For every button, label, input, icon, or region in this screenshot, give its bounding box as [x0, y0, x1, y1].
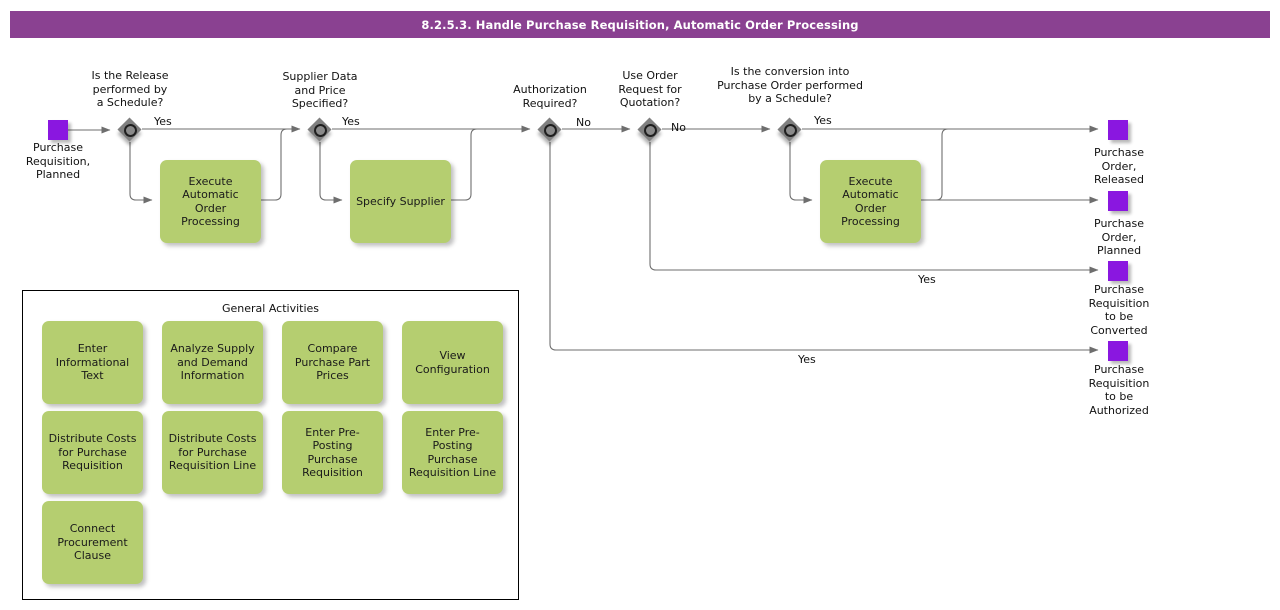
- gateway-use-order-request-quotation[interactable]: [636, 116, 662, 142]
- edge-gw1-to-act1: [129, 142, 153, 204]
- general-activity-connect-procurement-clause[interactable]: Connect Procurement Clause: [42, 501, 143, 584]
- general-activity-distribute-costs-purchase-requisition[interactable]: Distribute Costs for Purchase Requisitio…: [42, 411, 143, 494]
- general-activity-distribute-costs-purchase-requisition-line[interactable]: Distribute Costs for Purchase Requisitio…: [162, 411, 263, 494]
- edge-gw5-to-act3: [789, 142, 813, 204]
- gateway-ring-icon: [123, 123, 137, 137]
- edge-label-gw1-yes: Yes: [154, 115, 172, 128]
- edge-label-gw3-no: No: [576, 116, 591, 129]
- gateway-label-supplier-data-price: Supplier Data and Price Specified?: [282, 70, 358, 110]
- gateway-label-conversion-purchase-order-schedule: Is the conversion into Purchase Order pe…: [717, 65, 863, 105]
- end-event-purchase-order-planned[interactable]: [1108, 191, 1128, 211]
- end-event-label-purchase-order-released: Purchase Order, Released: [1094, 146, 1144, 186]
- activity-execute-automatic-order-processing-2[interactable]: Execute Automatic Order Processing: [820, 160, 921, 243]
- edge-label-gw5-yes: Yes: [814, 114, 832, 127]
- general-activity-enter-pre-posting-purchase-requisition-line[interactable]: Enter Pre- Posting Purchase Requisition …: [402, 411, 503, 494]
- general-activity-enter-pre-posting-purchase-requisition[interactable]: Enter Pre- Posting Purchase Requisition: [282, 411, 383, 494]
- general-activities-panel: General Activities Enter Informational T…: [22, 290, 519, 600]
- gateway-release-schedule[interactable]: [116, 116, 142, 142]
- end-event-label-purchase-order-planned: Purchase Order, Planned: [1094, 217, 1144, 257]
- edge-label-gw4-yes: Yes: [918, 273, 936, 286]
- end-event-purchase-order-released[interactable]: [1108, 120, 1128, 140]
- gateway-label-use-order-request-quotation: Use Order Request for Quotation?: [618, 69, 682, 109]
- edge-label-gw4-no: No: [671, 121, 686, 134]
- gateway-supplier-data-price[interactable]: [306, 116, 332, 142]
- edge-join-released-planned: [921, 128, 949, 201]
- edge-label-gw2-yes: Yes: [342, 115, 360, 128]
- activity-execute-automatic-order-processing-1[interactable]: Execute Automatic Order Processing: [160, 160, 261, 243]
- general-activities-title: General Activities: [221, 302, 320, 315]
- general-activity-compare-purchase-part-prices[interactable]: Compare Purchase Part Prices: [282, 321, 383, 404]
- end-event-label-purchase-requisition-to-be-converted: Purchase Requisition to be Converted: [1088, 283, 1150, 337]
- start-event-purchase-requisition-planned[interactable]: [48, 120, 68, 140]
- edge-act1-to-gw2: [261, 128, 300, 201]
- edge-gw2-to-act2: [319, 142, 343, 204]
- general-activity-enter-informational-text[interactable]: Enter Informational Text: [42, 321, 143, 404]
- gateway-conversion-purchase-order-schedule[interactable]: [776, 116, 802, 142]
- end-event-purchase-requisition-to-be-authorized[interactable]: [1108, 341, 1128, 361]
- general-activity-view-configuration[interactable]: View Configuration: [402, 321, 503, 404]
- gateway-ring-icon: [783, 123, 797, 137]
- end-event-label-purchase-requisition-to-be-authorized: Purchase Requisition to be Authorized: [1088, 363, 1150, 417]
- edge-label-gw3-yes: Yes: [798, 353, 816, 366]
- edge-act2-to-gw3: [451, 128, 530, 201]
- gateway-label-release-schedule: Is the Release performed by a Schedule?: [91, 69, 169, 109]
- activity-specify-supplier[interactable]: Specify Supplier: [350, 160, 451, 243]
- start-event-label: Purchase Requisition, Planned: [25, 141, 91, 181]
- end-event-purchase-requisition-to-be-converted[interactable]: [1108, 261, 1128, 281]
- gateway-ring-icon: [313, 123, 327, 137]
- general-activity-analyze-supply-demand-information[interactable]: Analyze Supply and Demand Information: [162, 321, 263, 404]
- gateway-authorization-required[interactable]: [536, 116, 562, 142]
- gateway-ring-icon: [543, 123, 557, 137]
- gateway-ring-icon: [643, 123, 657, 137]
